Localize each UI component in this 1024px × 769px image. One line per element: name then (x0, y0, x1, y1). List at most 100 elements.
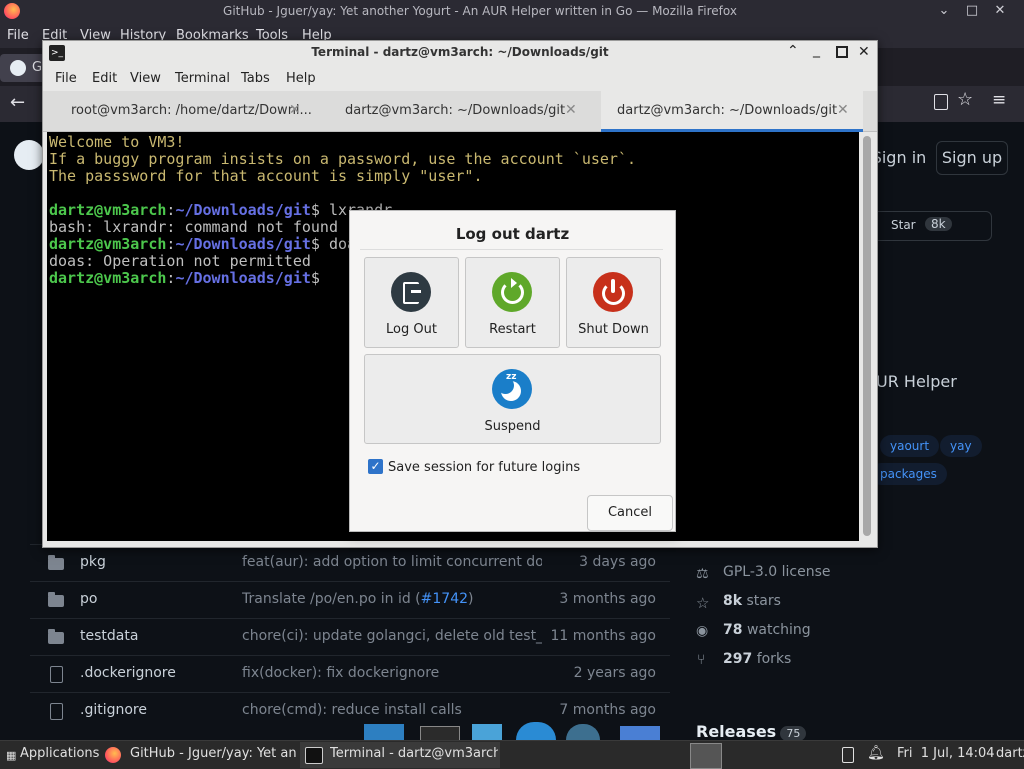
menu-file[interactable]: File (7, 28, 29, 43)
prompt-user: dartz@vm3arch (49, 235, 167, 253)
file-name[interactable]: .gitignore (80, 702, 147, 718)
commit-message[interactable]: fix(docker): fix dockerignore (242, 665, 542, 681)
commit-message-text: Translate /po/en.po in id ( (242, 591, 421, 607)
commit-date: 7 months ago (559, 702, 656, 718)
firefox-logo-icon (105, 747, 121, 763)
scrollbar-thumb[interactable] (863, 136, 871, 536)
file-name[interactable]: pkg (80, 554, 106, 570)
terminal-tab-label: dartz@vm3arch: ~/Downloads/git (617, 103, 838, 118)
terminal-tab-label: dartz@vm3arch: ~/Downloads/git (345, 103, 566, 118)
log-out-button[interactable]: Log Out (364, 257, 459, 348)
forks-label: forks (756, 651, 792, 667)
repo-description: UR Helper (876, 372, 957, 391)
suspend-label: Suspend (484, 419, 541, 434)
terminal-menu-edit[interactable]: Edit (92, 71, 117, 86)
clipboard-icon[interactable] (842, 747, 854, 763)
chevron-up-icon[interactable]: ⌃ (787, 43, 799, 59)
maximize-icon[interactable] (836, 46, 848, 58)
commit-message-end: ) (468, 591, 474, 607)
prompt-path: ~/Downloads/git (175, 269, 311, 287)
restart-button[interactable]: Restart (465, 257, 560, 348)
dock-files-icon[interactable] (472, 724, 502, 740)
dock-terminal-icon[interactable] (420, 726, 460, 741)
table-row[interactable]: .dockerignore fix(docker): fix dockerign… (30, 655, 670, 692)
issue-link[interactable]: #1742 (421, 591, 468, 607)
fork-icon: ⑂ (697, 652, 706, 668)
terminal-menu-file[interactable]: File (55, 71, 77, 86)
file-name[interactable]: po (80, 591, 97, 607)
prompt-path: ~/Downloads/git (175, 235, 311, 253)
releases-heading[interactable]: Releases 75 (696, 722, 807, 741)
reader-view-icon[interactable] (934, 94, 948, 110)
terminal-tab[interactable]: dartz@vm3arch: ~/Downloads/git ✕ (317, 91, 591, 131)
prompt-end: $ (310, 201, 320, 219)
menu-hamburger-icon[interactable]: ≡ (992, 90, 1006, 110)
notification-bell-icon[interactable]: 🔔︎ (867, 745, 885, 761)
close-icon[interactable]: ✕ (990, 2, 1010, 20)
github-logo-icon[interactable] (14, 140, 44, 170)
commit-date: 3 months ago (559, 591, 656, 607)
back-arrow-icon[interactable]: ← (10, 92, 25, 113)
forks-link[interactable]: 297 forks (723, 651, 791, 667)
minimize-icon[interactable]: _ (813, 42, 820, 58)
topic-tag[interactable]: packages (870, 463, 947, 485)
commit-message[interactable]: Translate /po/en.po in id (#1742) (242, 591, 542, 607)
terminal-tab-active[interactable]: dartz@vm3arch: ~/Downloads/git ✕ (601, 91, 863, 132)
bookmark-star-icon[interactable]: ☆ (957, 89, 973, 110)
save-session-label[interactable]: Save session for future logins (388, 460, 580, 475)
table-row[interactable]: pkg feat(aur): add option to limit concu… (30, 544, 670, 581)
commit-date: 3 days ago (579, 554, 656, 570)
terminal-menu-help[interactable]: Help (286, 71, 316, 86)
star-label: Star (891, 218, 916, 232)
table-row[interactable]: po Translate /po/en.po in id (#1742) 3 m… (30, 581, 670, 618)
close-icon[interactable]: ✕ (858, 44, 870, 60)
cancel-button[interactable]: Cancel (587, 495, 673, 531)
output-line: bash: lxrandr: command not found (49, 218, 338, 236)
motd-line: The passsword for that account is simply… (49, 167, 483, 185)
dock-app-icon[interactable] (364, 724, 404, 740)
stars-link[interactable]: 8k stars (723, 593, 781, 609)
close-tab-icon[interactable]: ✕ (565, 102, 577, 118)
license-link[interactable]: GPL-3.0 license (723, 564, 830, 580)
terminal-menu-view[interactable]: View (130, 71, 161, 86)
clock[interactable]: Fri 1 Jul, 14:04 (897, 746, 995, 761)
table-row[interactable]: testdata chore(ci): update golangci, del… (30, 618, 670, 655)
moon-sleep-icon: zz (492, 369, 532, 409)
releases-label: Releases (696, 722, 777, 741)
eye-icon: ◉ (696, 623, 709, 639)
minimize-icon[interactable]: ⌄ (934, 2, 954, 20)
commit-message[interactable]: chore(ci): update golangci, delete old t… (242, 628, 542, 644)
save-session-checkbox[interactable]: ✓ (368, 459, 383, 474)
maximize-icon[interactable]: □ (962, 2, 982, 20)
star-button[interactable]: Star 8k (872, 211, 992, 241)
commit-date: 11 months ago (550, 628, 656, 644)
motd-line: Welcome to VM3! (49, 133, 185, 151)
topic-tag[interactable]: yaourt (880, 435, 940, 457)
commit-message[interactable]: feat(aur): add option to limit concurren… (242, 554, 542, 570)
close-tab-icon[interactable]: ✕ (837, 102, 849, 118)
terminal-menu-terminal[interactable]: Terminal (175, 71, 230, 86)
close-tab-icon[interactable]: ✕ (289, 102, 301, 118)
terminal-menu-tabs[interactable]: Tabs (241, 71, 270, 86)
watching-link[interactable]: 78 watching (723, 622, 811, 638)
suspend-button[interactable]: zz Suspend (364, 354, 661, 444)
user-menu[interactable]: dartz (996, 746, 1024, 761)
sign-up-button[interactable]: Sign up (936, 141, 1008, 175)
commit-message[interactable]: chore(cmd): reduce install calls (242, 702, 542, 718)
dock-folder-icon[interactable] (620, 726, 660, 740)
file-name[interactable]: testdata (80, 628, 138, 644)
github-favicon-icon (10, 60, 26, 76)
table-row[interactable]: .gitignore chore(cmd): reduce install ca… (30, 692, 670, 729)
prompt-line: dartz@vm3arch:~/Downloads/git$ lxrandr (49, 202, 392, 219)
terminal-tab[interactable]: root@vm3arch: /home/dartz/Downl... ✕ (43, 91, 317, 131)
topic-tag[interactable]: yay (940, 435, 982, 457)
file-name[interactable]: .dockerignore (80, 665, 176, 681)
forks-count: 297 (723, 651, 753, 667)
workspace-switcher[interactable] (690, 743, 722, 769)
restart-label: Restart (489, 322, 536, 337)
logout-dialog: Log out dartz Log Out Restart Shut Down … (349, 210, 676, 532)
terminal-scrollbar[interactable] (861, 132, 873, 541)
shut-down-button[interactable]: Shut Down (566, 257, 661, 348)
star-icon: ☆ (696, 594, 710, 612)
tab-label: G (32, 60, 43, 75)
